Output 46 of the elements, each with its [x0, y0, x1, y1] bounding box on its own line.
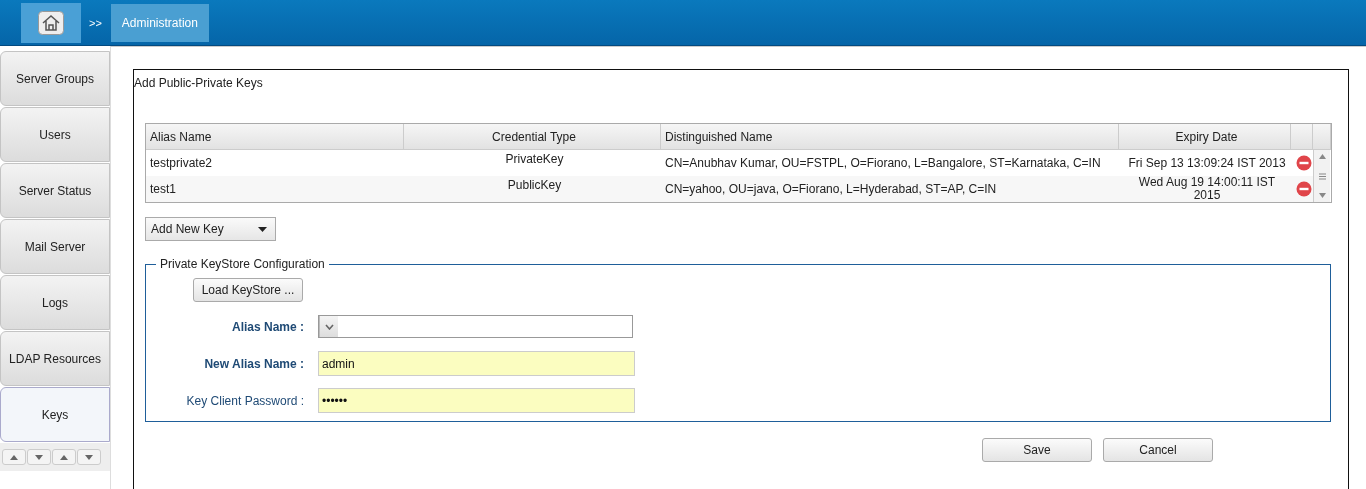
- alias-dropdown[interactable]: [318, 315, 633, 338]
- field-label: Alias Name :: [230, 319, 304, 334]
- table-cell-text: Wed Aug 19 14:00:11 IST 2015: [1137, 176, 1277, 202]
- table-cell: test1: [150, 182, 176, 196]
- table-cell: Fri Sep 13 13:09:24 IST 2013: [1128, 156, 1286, 170]
- delete-icon[interactable]: [1296, 181, 1312, 197]
- caret-icon: [258, 226, 267, 232]
- scroll-up-icon[interactable]: [52, 449, 76, 465]
- save-button[interactable]: Save: [982, 438, 1092, 462]
- scroll-down-icon[interactable]: [77, 449, 101, 465]
- table-cell: CN=Anubhav Kumar, OU=FSTPL, O=Fiorano, L=Bangalore, ST=Karnataka, C=IN: [665, 156, 1101, 170]
- scroll-thumb-icon[interactable]: [1318, 172, 1326, 180]
- scrollbar[interactable]: [1313, 150, 1330, 202]
- field-label: New Alias Name :: [203, 356, 304, 371]
- delete-icon[interactable]: [1296, 155, 1312, 171]
- input-field[interactable]: admin: [318, 351, 635, 376]
- chevron-icon: [324, 323, 334, 330]
- table-cell: PrivateKey: [505, 153, 564, 166]
- group-title: Private KeyStore Configuration: [159, 257, 326, 271]
- add-key-dropdown[interactable]: Add New Key: [145, 217, 276, 241]
- column-header[interactable]: Expiry Date: [1119, 124, 1291, 149]
- sidebar-item[interactable]: Server Status: [0, 163, 110, 218]
- field-label: Key Client Password :: [185, 393, 304, 408]
- table-cell: PublicKey: [507, 179, 562, 192]
- column-header[interactable]: Credential Type: [404, 124, 661, 149]
- load-keystore-button[interactable]: Load KeyStore ...: [193, 278, 303, 302]
- home-icon: [38, 10, 64, 35]
- sidebar-item[interactable]: Logs: [0, 275, 110, 330]
- scroll-down-icon[interactable]: [27, 449, 51, 465]
- breadcrumb-separator: >>: [89, 16, 102, 29]
- column-header[interactable]: Distinguished Name: [661, 124, 1119, 149]
- sidebar-item[interactable]: LDAP Resources: [0, 331, 110, 386]
- panel-title: Add Public-Private Keys: [134, 76, 264, 92]
- table-cell: CN=yahoo, OU=java, O=Fiorano, L=Hyderabad, ST=AP, C=IN: [665, 182, 997, 196]
- column-header[interactable]: Alias Name: [146, 124, 404, 149]
- scroll-up-icon[interactable]: [1318, 154, 1326, 159]
- sidebar-item[interactable]: Mail Server: [0, 219, 110, 274]
- scroll-down-icon[interactable]: [1318, 193, 1326, 198]
- scroll-up-icon[interactable]: [2, 449, 26, 465]
- cancel-button[interactable]: Cancel: [1103, 438, 1213, 462]
- home-button[interactable]: [21, 2, 81, 43]
- input-field[interactable]: ••••••: [318, 388, 635, 413]
- sidebar-item[interactable]: Users: [0, 107, 110, 162]
- table-cell: testprivate2: [150, 156, 213, 170]
- sidebar-item[interactable]: Keys: [0, 387, 110, 442]
- sidebar-item[interactable]: Server Groups: [0, 51, 110, 106]
